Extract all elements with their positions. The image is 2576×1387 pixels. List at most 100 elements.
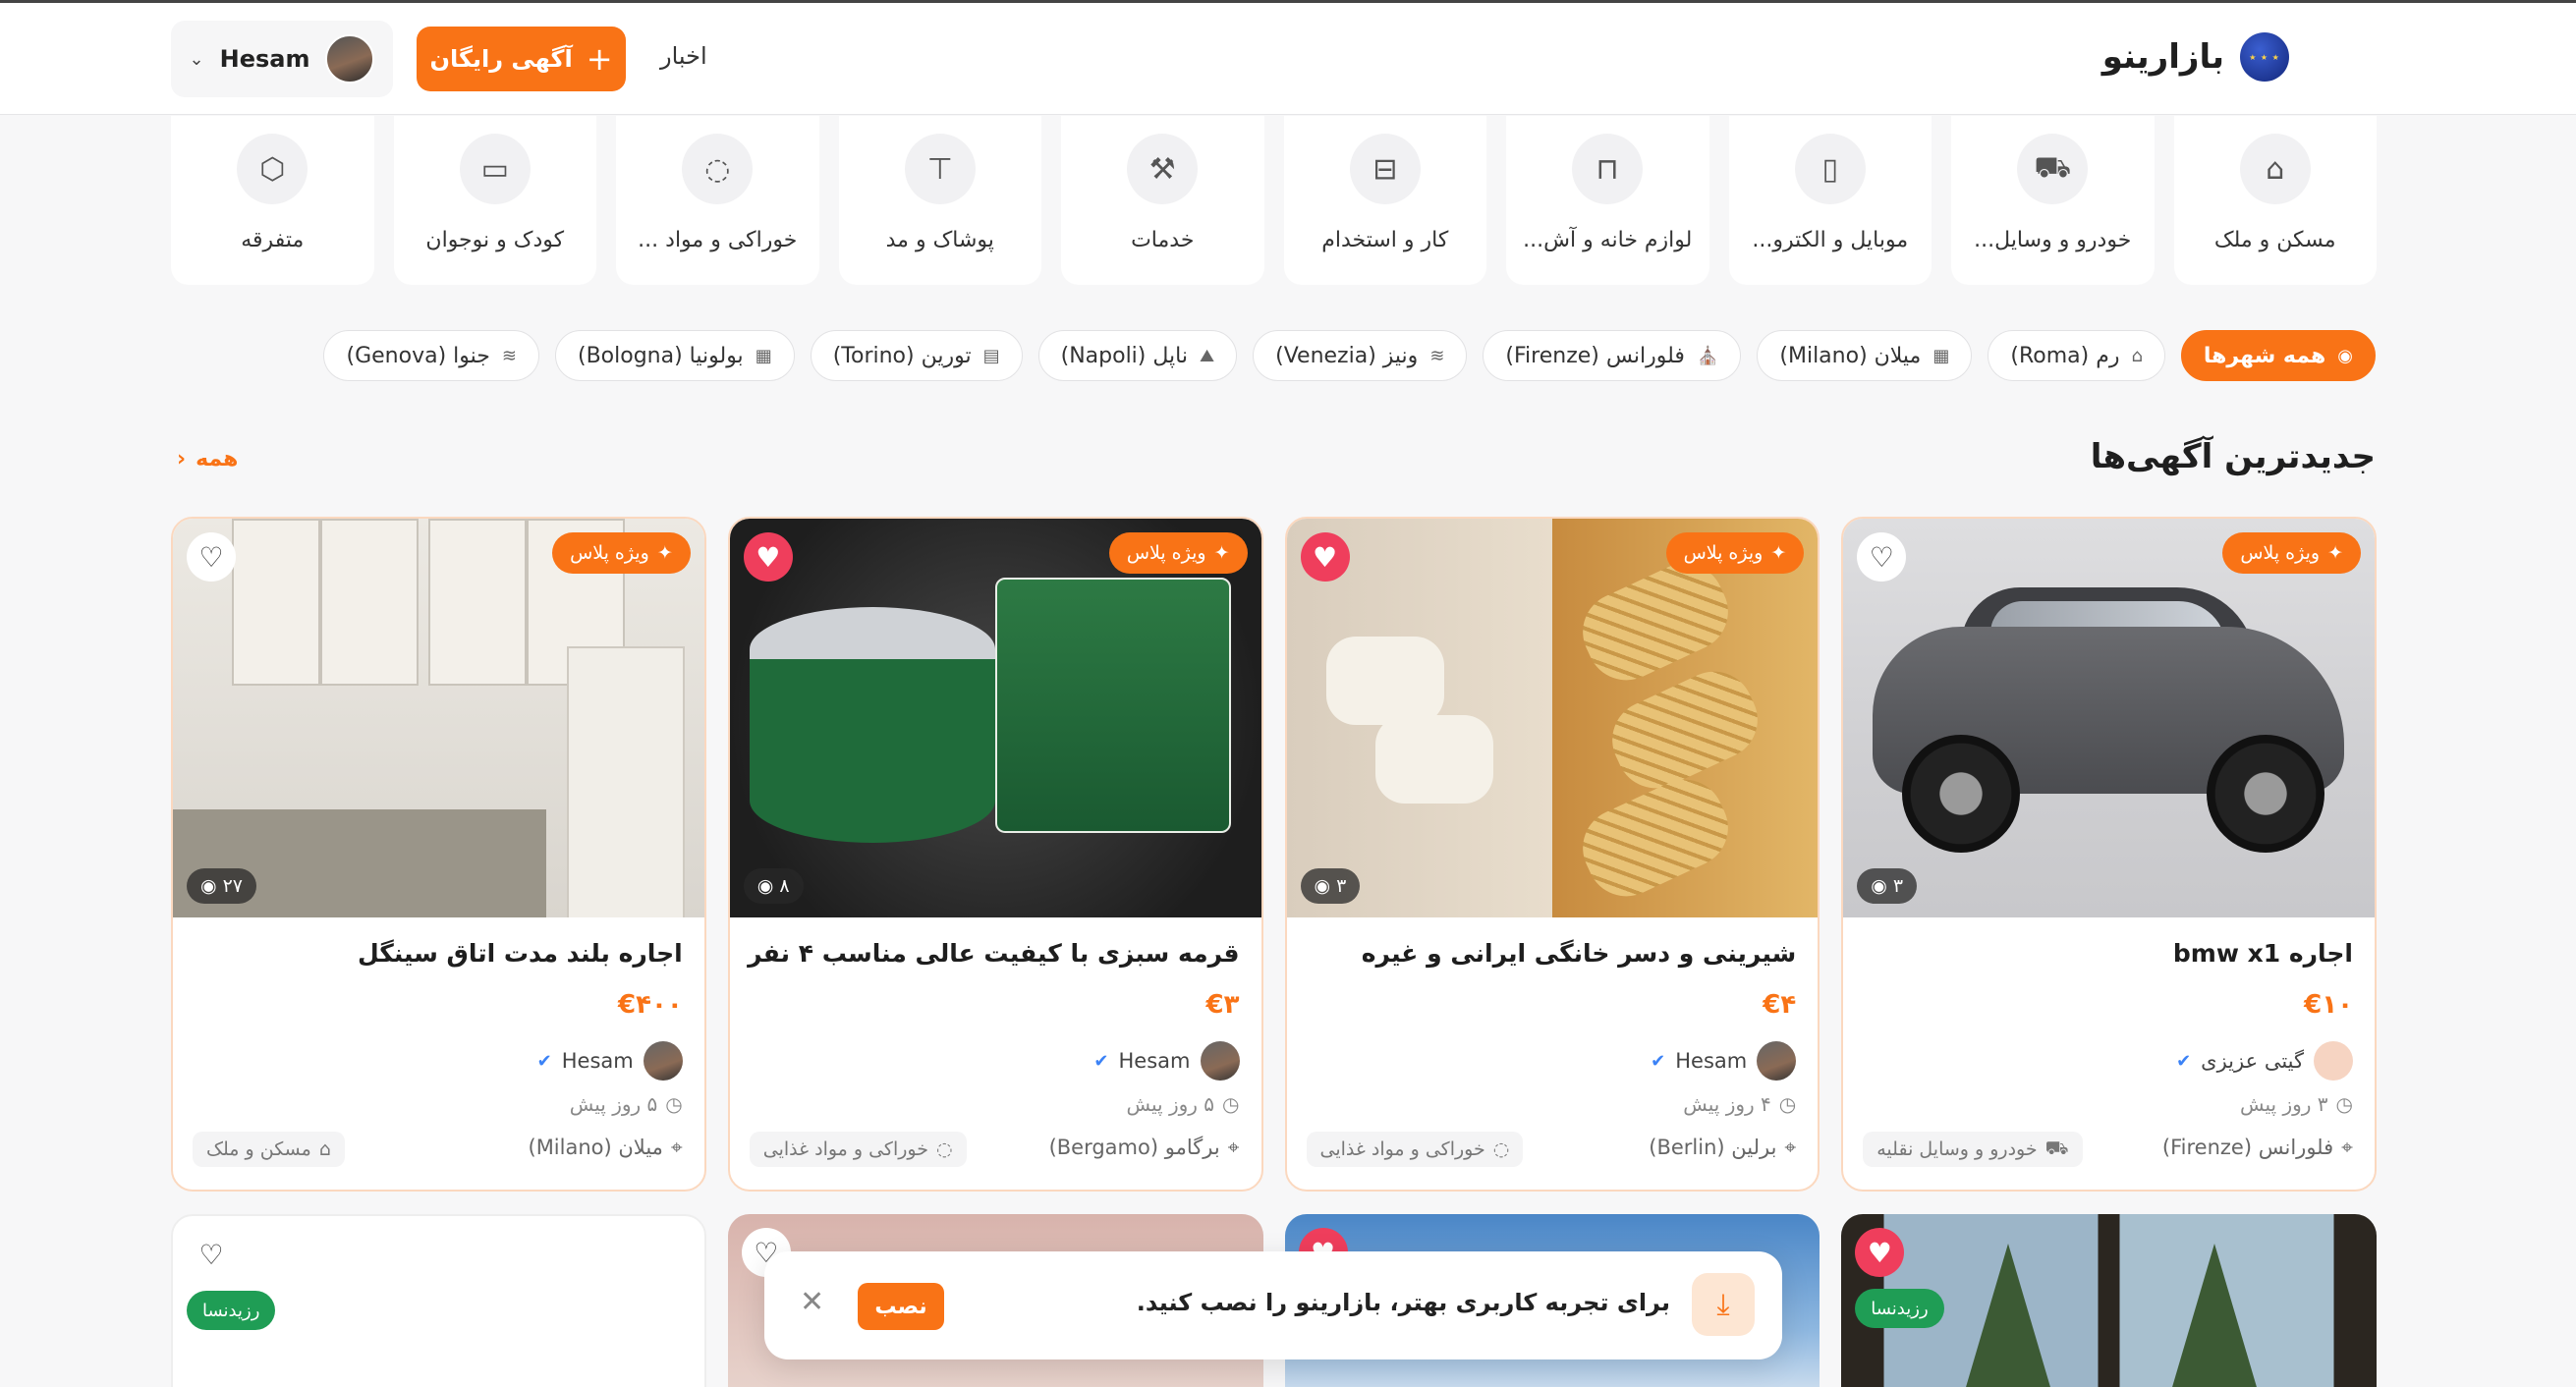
sparkle-icon: ✦ [656, 542, 673, 564]
listing-category-tag[interactable]: ◌ خوراکی و مواد غذایی [749, 1132, 967, 1167]
listing-image[interactable]: ✦ ویژه پلاس ♥ ۸ ◉ [729, 519, 1261, 917]
brand-logo[interactable]: بازارینو [2102, 32, 2289, 82]
favorite-heart-icon[interactable]: ♡ [1857, 532, 1907, 582]
city-chip-roma[interactable]: ⌂ رم (Roma) [1988, 330, 2165, 381]
city-chip-all[interactable]: ◉ همه شهرها [2180, 330, 2376, 381]
section-title: جدیدترین آگهی‌ها [2090, 437, 2376, 476]
city-chip-milano[interactable]: ▦ میلان (Milano) [1757, 330, 1973, 381]
category-housing[interactable]: ⌂ مسکن و ملک [2173, 116, 2377, 285]
category-jobs[interactable]: ⊟ کار و استخدام [1283, 116, 1486, 285]
city-label: ونیز (Venezia) [1275, 343, 1419, 368]
listing-card-partial[interactable]: ♡ رزیدنسا [171, 1214, 706, 1387]
listing-title[interactable]: قرمه سبزی با کیفیت عالی مناسب ۴ نفر [748, 939, 1239, 968]
cabinet-door [320, 519, 419, 686]
city-chip-napoli[interactable]: ⛰ ناپل (Napoli) [1037, 330, 1238, 381]
verified-icon: ✔ [1651, 1050, 1666, 1072]
listing-seller[interactable]: Hesam ✔ [1093, 1041, 1240, 1081]
shirt-icon: ⊤ [904, 134, 976, 204]
category-vehicles[interactable]: ⛟ خودرو و وسایل... [1951, 116, 2155, 285]
listing-image[interactable]: ✦ ویژه پلاس ♡ ۳ ◉ [1843, 519, 2375, 917]
tower-icon: ▦ [755, 345, 772, 366]
see-all-link[interactable]: همه ‹ [177, 447, 238, 472]
listing-time: ◷ ۵ روز پیش [570, 1092, 683, 1116]
city-label: رم (Roma) [2010, 343, 2120, 368]
city-chip-genova[interactable]: ≋ جنوا (Genova) [323, 330, 539, 381]
listing-category-tag[interactable]: ⌂ مسکن و ملک [193, 1132, 345, 1167]
pin-icon: ⌖ [1227, 1136, 1240, 1159]
view-count-value: ۳ [1336, 875, 1347, 897]
category-label: خوراکی و مواد ... [638, 228, 798, 252]
listing-card[interactable]: ✦ ویژه پلاس ♡ ۳ ◉ اجاره bmw x1 €۱۰ گیتی عز… [1841, 517, 2377, 1192]
listing-title[interactable]: اجاره bmw x1 [2173, 939, 2353, 968]
listing-image[interactable]: ✦ ویژه پلاس ♥ ۳ ◉ [1286, 519, 1819, 917]
eye-icon: ◉ [1871, 875, 1887, 897]
view-count: ۸ ◉ [743, 868, 804, 904]
clock-icon: ◷ [665, 1092, 683, 1116]
clock-icon: ◷ [1778, 1092, 1797, 1116]
listing-card[interactable]: ✦ ویژه پلاس ♥ ۸ ◉ قرمه سبزی با کیفیت عالی … [727, 517, 1263, 1192]
listing-price: €۳ [1205, 990, 1240, 1020]
category-food[interactable]: ◌ خوراکی و مواد ... [616, 116, 819, 285]
listing-title[interactable]: شیرینی و دسر خانگی ایرانی و غیره [1362, 939, 1796, 968]
category-label: موبایل و الکترو... [1752, 228, 1909, 252]
city-chip-venezia[interactable]: ≋ ونیز (Venezia) [1253, 330, 1468, 381]
waves-icon: ≋ [1429, 345, 1445, 366]
city-chip-bologna[interactable]: ▦ بولونیا (Bologna) [554, 330, 795, 381]
avatar [325, 34, 375, 83]
badge-label: ویژه پلاس [2240, 542, 2321, 564]
category-mobile[interactable]: ▯ موبایل و الکترو... [1728, 116, 1932, 285]
listing-card[interactable]: ✦ ویژه پلاس ♥ ۳ ◉ شیرینی و دسر خانگی ایران… [1284, 517, 1820, 1192]
home-icon: ⌂ [2239, 134, 2311, 204]
post-free-ad-button[interactable]: + آگهی رایگان [417, 27, 626, 91]
nav-news-link[interactable]: اخبار [660, 42, 707, 70]
sweet-piece [1325, 637, 1444, 725]
listing-category-tag[interactable]: ⛟ خودرو و وسایل نقلیه [1863, 1132, 2083, 1167]
category-clothing[interactable]: ⊤ پوشاک و مد [838, 116, 1041, 285]
user-menu[interactable]: Hesam ⌄ [171, 21, 393, 97]
listing-grid: ✦ ویژه پلاس ♡ ۲۷ ◉ اجاره بلند مدت اتاق سین… [171, 517, 2377, 1192]
listing-card-partial[interactable]: ♥ رزیدنسا [1841, 1214, 2377, 1387]
category-bar: ⌂ مسکن و ملک ⛟ خودرو و وسایل... ▯ موبایل و … [171, 116, 2377, 285]
listing-seller[interactable]: Hesam ✔ [537, 1041, 683, 1081]
toy-icon: ▭ [459, 134, 531, 204]
user-name: Hesam [219, 45, 310, 73]
sofa-icon: ⊓ [1572, 134, 1644, 204]
favorite-heart-icon[interactable]: ♥ [743, 532, 793, 582]
listing-image[interactable]: ✦ ویژه پلاس ♡ ۲۷ ◉ [173, 519, 704, 917]
can-shape [749, 607, 995, 843]
eye-icon: ◉ [200, 875, 217, 897]
sparkle-icon: ✦ [1213, 542, 1230, 564]
favorite-heart-icon[interactable]: ♥ [1855, 1228, 1905, 1277]
city-chip-firenze[interactable]: ⛪ فلورانس (Firenze) [1483, 330, 1742, 381]
category-misc[interactable]: ⬡ متفرقه [171, 116, 374, 285]
premium-badge: ✦ ویژه پلاس [1665, 532, 1805, 574]
view-count-value: ۸ [779, 875, 790, 897]
close-icon[interactable]: ✕ [800, 1285, 824, 1319]
category-services[interactable]: ⚒ خدمات [1061, 116, 1264, 285]
listing-seller[interactable]: گیتی عزیزی ✔ [2176, 1041, 2353, 1081]
listing-card[interactable]: ✦ ویژه پلاس ♡ ۲۷ ◉ اجاره بلند مدت اتاق سین… [171, 517, 706, 1192]
listing-time: ◷ ۳ روز پیش [2240, 1092, 2353, 1116]
premium-badge: ✦ ویژه پلاس [552, 532, 691, 574]
favorite-heart-icon[interactable]: ♡ [187, 532, 236, 582]
category-kids[interactable]: ▭ کودک و نوجوان [393, 116, 596, 285]
listing-price: €۴۰۰ [618, 990, 683, 1020]
listing-title[interactable]: اجاره بلند مدت اتاق سینگل [358, 939, 683, 968]
listing-time: ◷ ۴ روز پیش [1683, 1092, 1796, 1116]
download-icon: ⤓ [1692, 1273, 1755, 1336]
category-home-appliances[interactable]: ⊓ لوازم خانه و آش... [1506, 116, 1709, 285]
listing-category-tag[interactable]: ◌ خوراکی و مواد غذایی [1306, 1132, 1524, 1167]
seller-name: Hesam [561, 1049, 634, 1073]
badge-label: ویژه پلاس [1683, 542, 1764, 564]
city-chip-torino[interactable]: ▤ تورین (Torino) [810, 330, 1023, 381]
favorite-heart-icon[interactable]: ♡ [187, 1230, 236, 1279]
verified-icon: ✔ [536, 1050, 552, 1072]
listing-seller[interactable]: Hesam ✔ [1651, 1041, 1797, 1081]
favorite-heart-icon[interactable]: ♥ [1300, 532, 1350, 582]
car-icon: ⛟ [2044, 1137, 2069, 1159]
install-button[interactable]: نصب [858, 1283, 944, 1330]
mountain-icon: ⛰ [1199, 345, 1215, 366]
view-count-value: ۳ [1892, 875, 1904, 897]
landmark-icon: ⌂ [2131, 345, 2143, 366]
sparkle-icon: ✦ [2327, 542, 2343, 564]
